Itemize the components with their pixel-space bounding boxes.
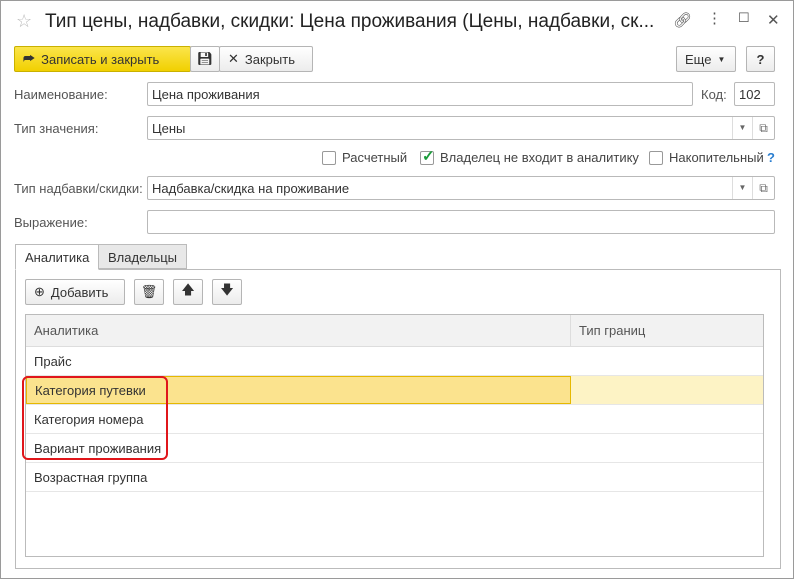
link-icon[interactable]: 🔗︎ — [673, 11, 692, 29]
add-button[interactable]: ⊕ Добавить — [25, 279, 125, 305]
arrow-down-icon: 🡇 — [220, 282, 234, 297]
table-row[interactable]: Возрастная группа — [26, 463, 763, 492]
value-type-value: Цены — [152, 121, 186, 136]
more-icon[interactable]: ⋮ — [707, 9, 722, 27]
cell-bounds[interactable] — [571, 347, 763, 375]
value-type-label: Тип значения: — [14, 121, 99, 136]
close-button[interactable]: ✕ Закрыть — [219, 46, 313, 72]
owner-checkbox[interactable]: ✓ Владелец не входит в аналитику — [420, 148, 639, 165]
expression-input[interactable] — [147, 210, 775, 234]
cell-bounds[interactable] — [571, 405, 763, 433]
save-and-close-button[interactable]: ⮫ Записать и закрыть — [14, 46, 191, 72]
chevron-down-icon: ▼ — [717, 54, 726, 64]
tab-owners[interactable]: Владельцы — [98, 244, 188, 269]
expression-label: Выражение: — [14, 215, 88, 230]
dropdown-icon[interactable]: ▼ — [732, 117, 752, 139]
move-down-button[interactable]: 🡇 — [212, 279, 242, 305]
cell-bounds[interactable] — [571, 434, 763, 462]
cell-analytics[interactable]: Возрастная группа — [26, 463, 571, 491]
table-row[interactable]: Прайс — [26, 347, 763, 376]
open-icon[interactable]: ⧉ — [752, 177, 774, 199]
code-input[interactable]: 102 — [734, 82, 775, 106]
checkbox-box[interactable]: ✓ — [420, 148, 435, 165]
help-button[interactable]: ? — [746, 46, 775, 72]
cumulative-checkbox[interactable]: Накопительный — [649, 150, 764, 165]
checkmark-icon: ✓ — [422, 147, 435, 165]
save-button[interactable]: 💾︎ — [190, 46, 220, 72]
cell-analytics[interactable]: Прайс — [26, 347, 571, 375]
owner-label: Владелец не входит в аналитику — [440, 150, 639, 165]
more-label: Еще — [685, 51, 712, 67]
floppy-icon: 💾︎ — [196, 51, 214, 66]
close-label: Закрыть — [244, 51, 295, 67]
close-window-icon[interactable]: ✕ — [767, 11, 780, 29]
dropdown-icon[interactable]: ▼ — [732, 177, 752, 199]
trash-icon: 🗑︎ — [140, 284, 158, 299]
checkbox-box[interactable] — [649, 150, 663, 165]
table-header: Аналитика Тип границ — [26, 315, 763, 347]
name-label: Наименование: — [14, 87, 108, 102]
name-input[interactable]: Цена проживания — [147, 82, 693, 106]
close-icon: ✕ — [228, 51, 239, 66]
cumulative-label: Накопительный — [669, 150, 764, 165]
cell-bounds[interactable] — [571, 463, 763, 491]
window-title: Тип цены, надбавки, скидки: Цена прожива… — [45, 11, 655, 32]
column-header-analytics[interactable]: Аналитика — [26, 315, 571, 346]
delete-button[interactable]: 🗑︎ — [134, 279, 164, 305]
highlight-annotation — [22, 376, 168, 460]
more-button[interactable]: Еще ▼ — [676, 46, 736, 72]
save-close-icon: ⮫ — [23, 51, 36, 66]
open-icon[interactable]: ⧉ — [752, 117, 774, 139]
form-window: ☆ Тип цены, надбавки, скидки: Цена прожи… — [0, 0, 794, 579]
markup-type-select[interactable]: Надбавка/скидка на проживание ▼ ⧉ — [147, 176, 775, 200]
arrow-up-icon: 🡅 — [181, 282, 195, 297]
calc-checkbox[interactable]: Расчетный — [322, 150, 407, 165]
markup-type-value: Надбавка/скидка на проживание — [152, 181, 350, 196]
save-close-label: Записать и закрыть — [41, 51, 160, 67]
move-up-button[interactable]: 🡅 — [173, 279, 203, 305]
help-link[interactable]: ? — [767, 150, 775, 165]
add-label: Добавить — [50, 284, 109, 300]
value-type-select[interactable]: Цены ▼ ⧉ — [147, 116, 775, 140]
cell-bounds[interactable] — [571, 376, 763, 404]
favorite-star-icon[interactable]: ☆ — [16, 11, 32, 32]
column-header-bounds[interactable]: Тип границ — [571, 315, 653, 346]
maximize-icon[interactable]: ☐ — [738, 10, 750, 26]
plus-circle-icon: ⊕ — [34, 284, 45, 299]
code-label: Код: — [701, 87, 727, 102]
markup-type-label: Тип надбавки/скидки: — [14, 181, 143, 196]
checkbox-box[interactable] — [322, 150, 336, 165]
calc-label: Расчетный — [342, 150, 408, 165]
tab-analytics[interactable]: Аналитика — [15, 244, 100, 270]
